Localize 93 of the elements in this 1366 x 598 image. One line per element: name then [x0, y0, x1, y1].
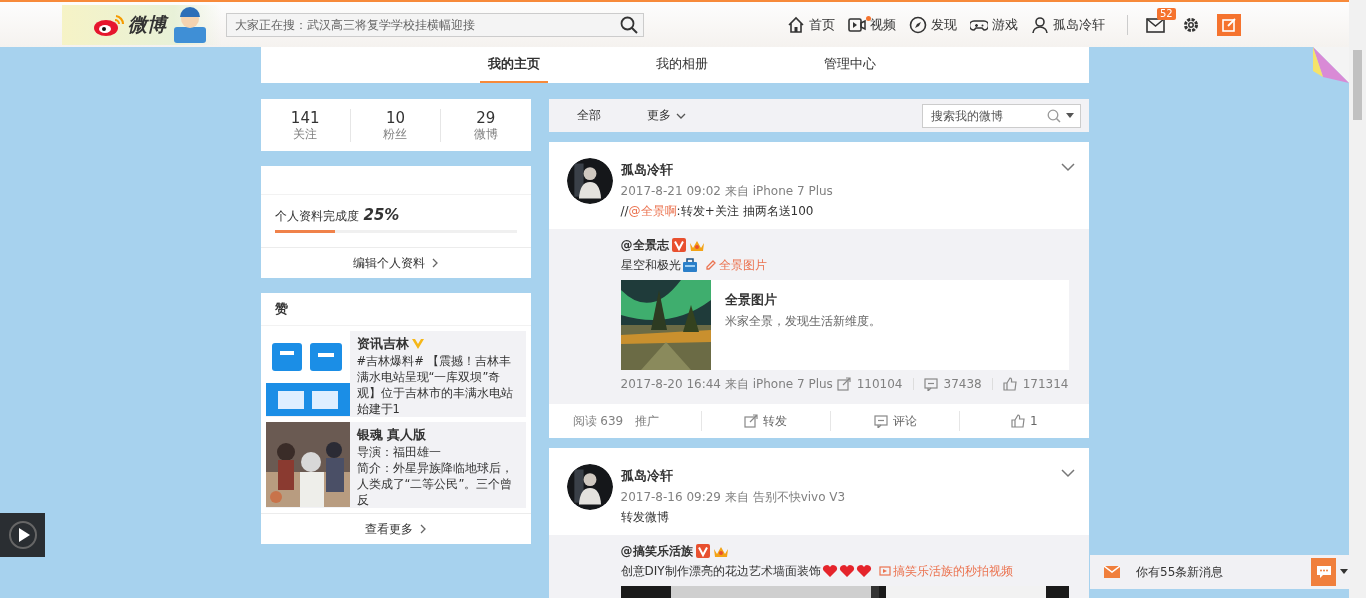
- promote-link[interactable]: 推广: [635, 412, 660, 430]
- post-meta: 2017-8-16 09:29 来自 告别不快vivo V3: [620, 489, 847, 506]
- chevron-right-icon: [418, 524, 427, 534]
- filter-link[interactable]: 更多: [646, 107, 686, 124]
- page-corner-drawing: [1313, 47, 1349, 83]
- settings-icon[interactable]: [1182, 15, 1200, 34]
- edit-profile-link[interactable]: 编辑个人资料: [260, 247, 531, 278]
- chevron-right-icon: [430, 258, 439, 268]
- play-icon: [7, 520, 38, 550]
- compass-icon: [909, 15, 927, 34]
- search-icon: [620, 15, 638, 34]
- card-title: 赞: [260, 293, 531, 326]
- action-button[interactable]: 1: [1011, 414, 1038, 428]
- share-icon: [836, 377, 851, 391]
- heart-icon: [855, 564, 872, 578]
- nav-link[interactable]: 视频: [848, 15, 896, 34]
- post-text: 星空和极光: [620, 257, 681, 274]
- stat-count[interactable]: 29: [476, 108, 496, 127]
- post-text: 转发微博: [620, 509, 670, 526]
- liked-item[interactable]: 银魂 真人版 导演：福田雄一 简介：外星异族降临地球后，人类成了“二等公民”。三个曾反: [265, 422, 526, 508]
- card-title: 全景图片: [724, 291, 778, 309]
- item-text: 简介：外星异族降临地球后，人类成了“二等公民”。三个曾反: [356, 460, 514, 508]
- share-icon: [744, 414, 759, 428]
- post-text: //@全景啊:转发+关注 抽两名送100: [620, 203, 815, 220]
- nav-link[interactable]: 孤岛冷轩: [1031, 15, 1105, 34]
- tab[interactable]: 管理中心: [816, 47, 884, 83]
- heart-icon: [821, 564, 838, 578]
- see-more-link[interactable]: 查看更多: [260, 513, 531, 544]
- search-field[interactable]: 大家正在搜：武汉高三将复学学校挂横幅迎接: [226, 12, 644, 37]
- item-title: 资讯吉林: [356, 335, 409, 353]
- thumbs-up-icon: [1011, 414, 1026, 428]
- link-card[interactable]: 全景图片 米家全景，发现生活新维度。: [620, 280, 1069, 370]
- liked-item[interactable]: 资讯吉林 #吉林爆料# 【震撼！吉林丰满水电站呈现“一库双坝”奇观】位于吉林市的丰满水电站始建于1: [265, 331, 526, 417]
- message-text: 你有55条新消息: [1136, 563, 1224, 581]
- card-description: 米家全景，发现生活新维度。: [724, 313, 881, 330]
- chevron-down-icon: [675, 111, 686, 120]
- count-link[interactable]: 110104: [836, 377, 903, 391]
- message-bar[interactable]: 你有55条新消息: [1090, 555, 1350, 589]
- post-meta: 2017-8-20 16:44 来自 iPhone 7 Plus: [620, 375, 833, 393]
- envelope-icon[interactable]: [1146, 15, 1166, 34]
- thumbs-up-icon: [1002, 377, 1017, 391]
- verified-v-icon: [671, 238, 686, 252]
- heart-icon: [838, 564, 855, 578]
- count-link[interactable]: 37438: [923, 377, 982, 391]
- scrollbar[interactable]: [1349, 0, 1366, 598]
- bag-icon: [681, 257, 698, 273]
- item-text: 导演：福田雄一: [356, 444, 442, 460]
- tab[interactable]: 我的相册: [648, 47, 716, 83]
- stat-count[interactable]: 10: [385, 108, 406, 127]
- message-count-badge: 52: [1157, 7, 1176, 20]
- post-text: 创意DIY制作漂亮的花边艺术墙面装饰: [620, 563, 821, 580]
- compose-button[interactable]: [1217, 13, 1241, 36]
- chevron-down-icon[interactable]: [1060, 469, 1075, 478]
- caret-down-icon: [1340, 569, 1348, 575]
- search-icon: [1046, 108, 1061, 123]
- nav-link[interactable]: 首页: [787, 15, 835, 34]
- completion-label: 个人资料完成度: [274, 208, 359, 225]
- chevron-down-icon[interactable]: [1060, 163, 1075, 172]
- video-icon: [878, 566, 891, 576]
- stat-count[interactable]: 141: [290, 108, 320, 127]
- link-icon: [704, 259, 717, 271]
- verified-v-icon: [695, 544, 710, 558]
- item-title: 银魂 真人版: [356, 426, 427, 444]
- user-icon: [1031, 15, 1049, 34]
- item-text: #吉林爆料# 【震撼！吉林丰满水电站呈现“一库双坝”奇观】位于吉林市的丰满水电站始建于1: [356, 353, 514, 417]
- home-icon: [787, 15, 805, 34]
- comment-icon: [873, 414, 888, 428]
- video-icon: [848, 15, 866, 34]
- video-player-button[interactable]: [0, 513, 45, 557]
- stat-label[interactable]: 关注: [293, 126, 318, 142]
- post-meta: 2017-8-21 09:02 来自 iPhone 7 Plus: [620, 183, 834, 200]
- tab[interactable]: 我的主页: [480, 47, 548, 83]
- envelope-icon: [1104, 566, 1120, 578]
- author-name[interactable]: 孤岛冷轩: [620, 466, 1053, 486]
- author-name[interactable]: @全景志: [620, 235, 669, 255]
- search-field[interactable]: 搜索我的微博: [921, 103, 1081, 128]
- chat-bubble-icon: [1315, 565, 1332, 579]
- pencil-square-icon: [1222, 17, 1236, 32]
- action-button[interactable]: 转发: [744, 412, 788, 430]
- stat-label[interactable]: 粉丝: [383, 126, 408, 142]
- caret-down-icon: [1065, 112, 1074, 119]
- completion-percent: 25%: [363, 206, 400, 224]
- nav-link[interactable]: 发现: [909, 15, 957, 34]
- nav-link[interactable]: 游戏: [970, 15, 1018, 34]
- count-link[interactable]: 171314: [1002, 377, 1069, 391]
- stat-label[interactable]: 微博: [473, 126, 498, 142]
- author-name[interactable]: @搞笑乐活族: [620, 541, 693, 561]
- comment-icon: [923, 377, 938, 391]
- action-button[interactable]: 评论: [873, 412, 917, 430]
- chat-button[interactable]: [1311, 558, 1336, 586]
- filter-link[interactable]: 全部: [576, 107, 601, 124]
- read-count: 阅读 639: [572, 412, 624, 430]
- author-name[interactable]: 孤岛冷轩: [620, 160, 1053, 180]
